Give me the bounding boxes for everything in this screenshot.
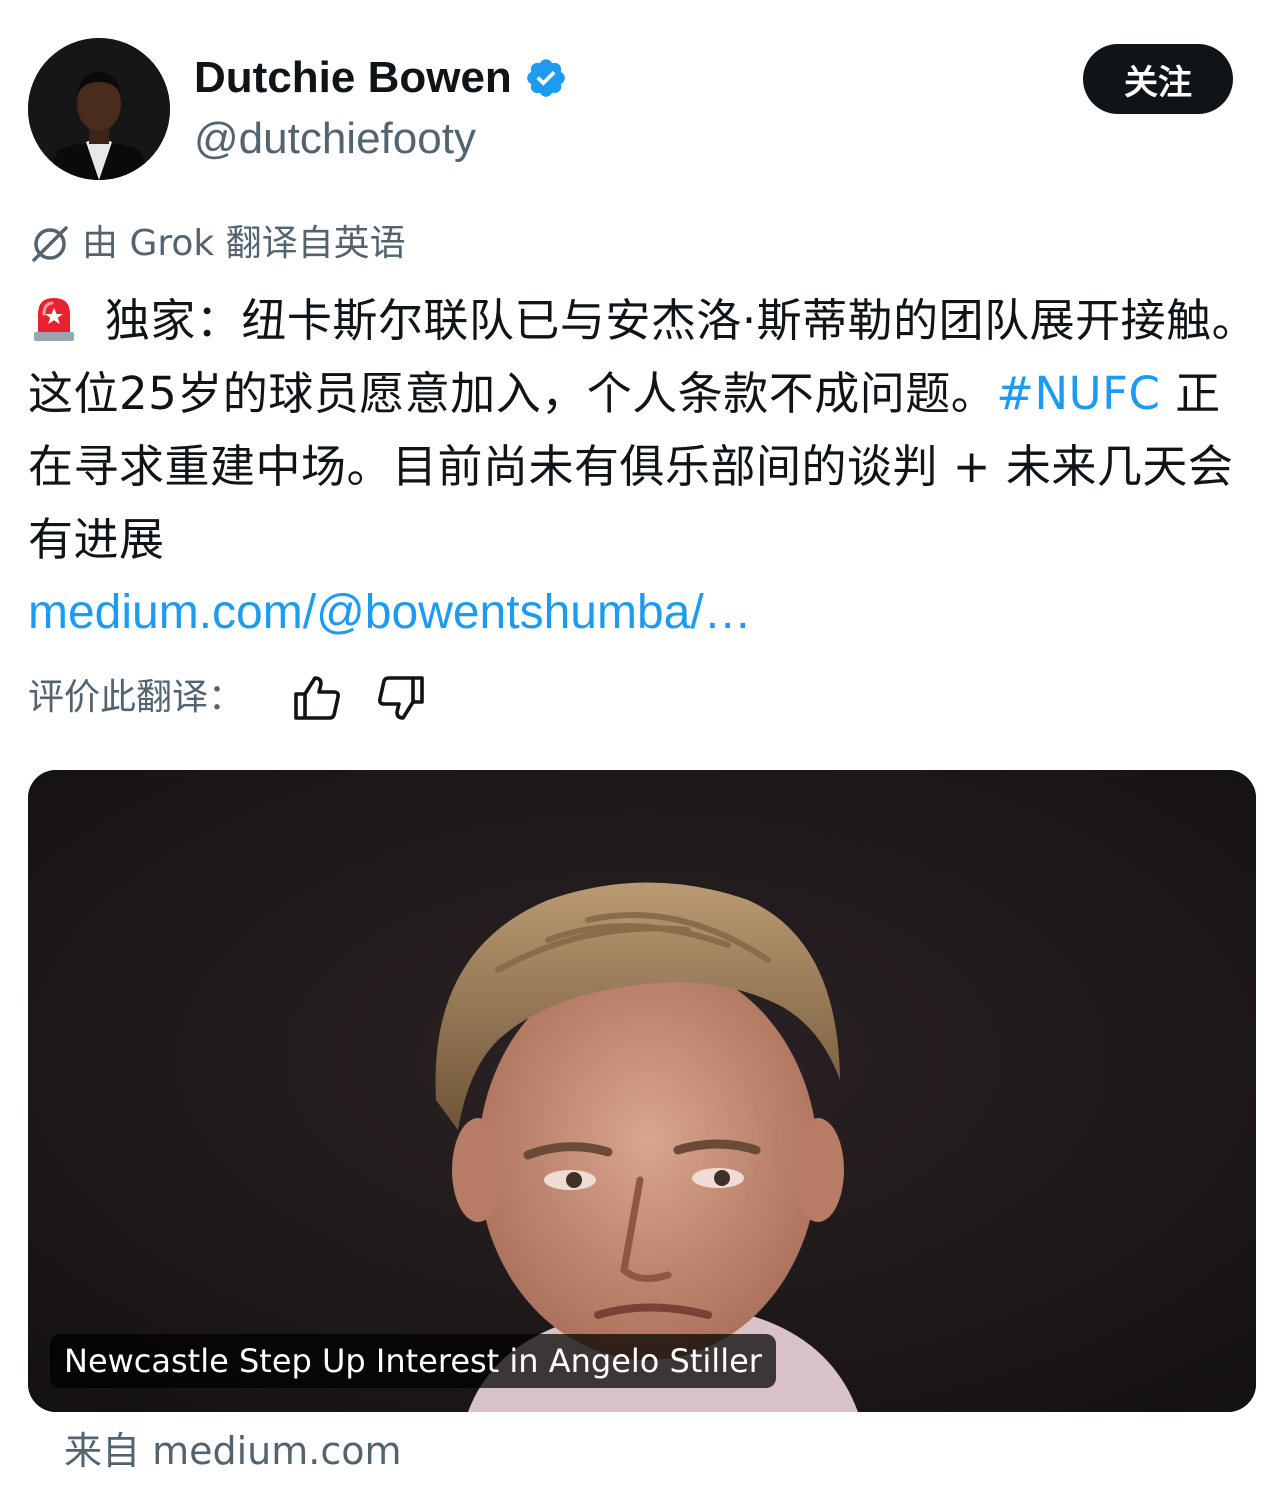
author-name-row: Dutchie Bowen <box>194 52 568 104</box>
card-source[interactable]: 来自 medium.com <box>64 1424 402 1478</box>
tweet-text: 独家：纽卡斯尔联队已与安杰洛·斯蒂勒的团队展开接触。这位25岁的球员愿意加入，个… <box>28 284 1260 576</box>
follow-button[interactable]: 关注 <box>1083 44 1233 114</box>
grok-icon <box>28 222 72 266</box>
card-photo <box>28 770 1256 1412</box>
translation-notice-text: 由 Grok 翻译自英语 <box>82 223 406 264</box>
thumbs-up-icon[interactable] <box>288 670 344 726</box>
rate-translation-row: 评价此翻译： <box>28 668 430 728</box>
author-display-name[interactable]: Dutchie Bowen <box>194 52 512 104</box>
hashtag-link[interactable]: #NUFC <box>996 367 1160 420</box>
avatar-image <box>28 38 170 180</box>
thumbs-down-icon[interactable] <box>374 670 430 726</box>
rate-translation-label: 评价此翻译： <box>28 677 245 718</box>
link-preview-card[interactable]: Newcastle Step Up Interest in Angelo Sti… <box>28 770 1256 1412</box>
verified-badge-icon <box>524 56 568 100</box>
translation-notice: 由 Grok 翻译自英语 <box>28 218 406 270</box>
article-link[interactable]: medium.com/@bowentshumba/… <box>28 580 752 646</box>
card-title: Newcastle Step Up Interest in Angelo Sti… <box>50 1334 776 1388</box>
author-handle[interactable]: @dutchiefooty <box>194 112 476 166</box>
avatar[interactable] <box>28 38 170 180</box>
siren-emoji-icon <box>28 294 105 347</box>
